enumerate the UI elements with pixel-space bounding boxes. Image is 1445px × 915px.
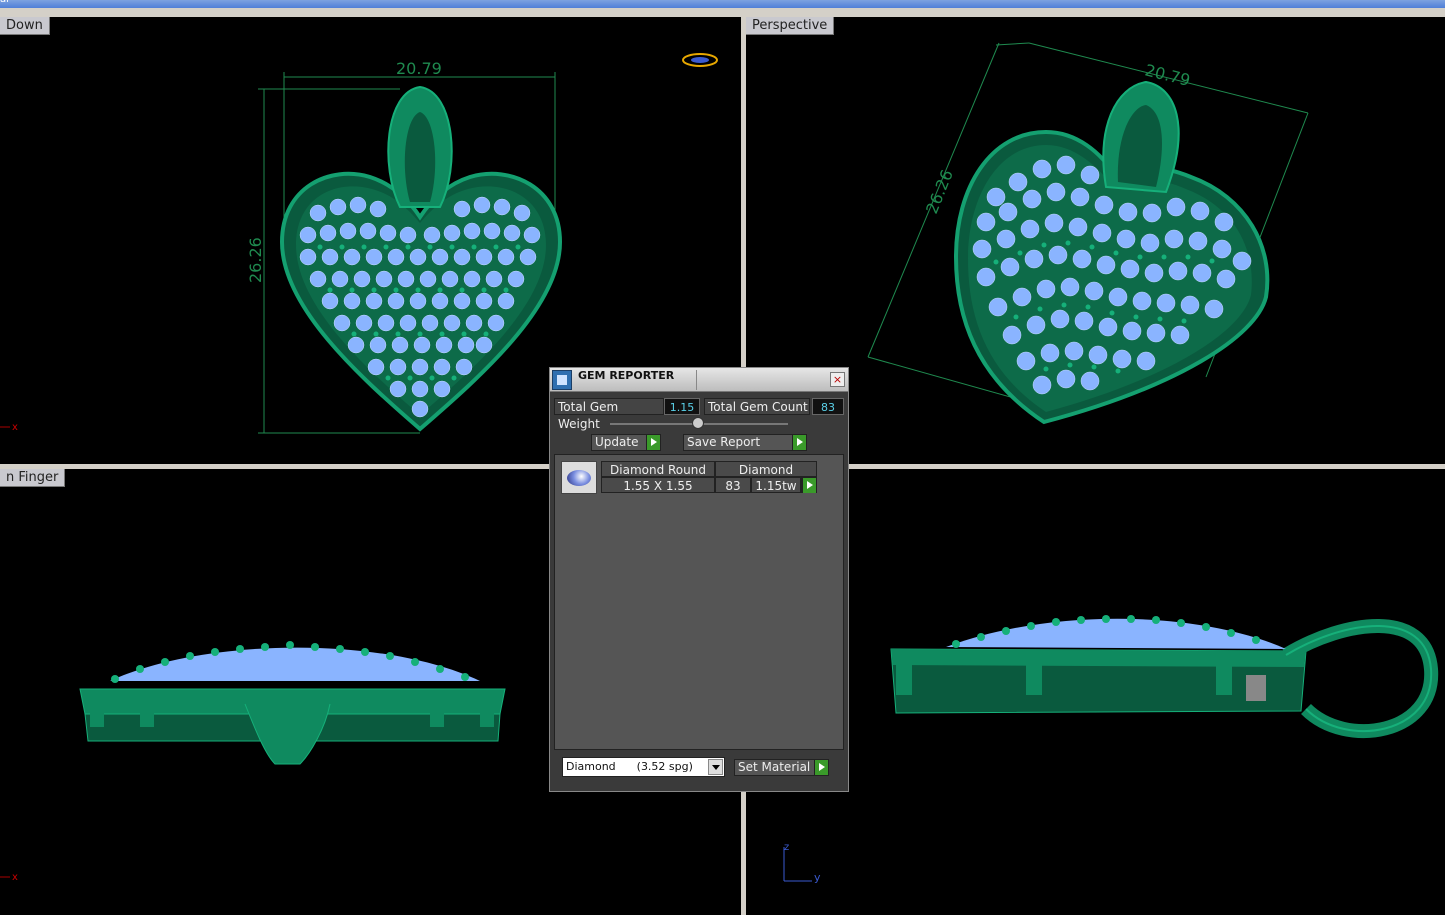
collapse-knob-icon[interactable] xyxy=(692,417,704,429)
play-arrow-icon xyxy=(792,435,806,450)
width-dimension: 20.79 xyxy=(396,59,442,78)
round-diamond-icon xyxy=(561,461,597,494)
gem-shape-cell: Diamond Round xyxy=(601,461,715,477)
total-count-value: 83 xyxy=(812,398,844,415)
total-count-label: Total Gem Count xyxy=(704,398,810,415)
height-dimension: 26.26 xyxy=(246,237,265,283)
perspective-height-dimension: 26.26 xyxy=(922,167,957,217)
axis-z-label: z xyxy=(784,842,789,853)
viewport-label-finger[interactable]: n Finger xyxy=(0,469,66,487)
viewport-side[interactable]: z y xyxy=(746,469,1445,915)
gem-weight-cell: 1.15tw xyxy=(751,477,801,493)
material-select[interactable]: Diamond (3.52 spg) xyxy=(562,757,725,777)
material-select-value: Diamond (3.52 spg) xyxy=(566,760,693,773)
title-separator xyxy=(696,370,697,390)
save-report-button[interactable]: Save Report xyxy=(683,434,807,451)
perspective-view-canvas: 20.79 26.26 xyxy=(867,42,1309,425)
title-bar: al xyxy=(0,0,1445,8)
gem-reporter-title: GEM REPORTER xyxy=(578,369,675,382)
close-button[interactable]: × xyxy=(830,372,845,387)
gem-material-cell: Diamond xyxy=(715,461,817,477)
update-button-label: Update xyxy=(595,435,639,449)
gem-reporter-icon xyxy=(552,370,572,390)
viewport-perspective[interactable]: 20.79 26.26 Perspective xyxy=(746,17,1445,464)
update-button[interactable]: Update xyxy=(591,434,661,451)
app-window: al xyxy=(0,0,1445,915)
axis-x-label: x xyxy=(12,872,18,883)
chevron-down-icon[interactable] xyxy=(708,759,723,775)
axis-x-label: x xyxy=(12,422,18,433)
title-text: al xyxy=(0,0,9,5)
play-arrow-icon xyxy=(802,478,816,493)
save-report-button-label: Save Report xyxy=(687,435,761,449)
viewport-label-down[interactable]: Down xyxy=(0,17,50,35)
play-arrow-icon xyxy=(646,435,660,450)
gem-size-cell: 1.55 X 1.55 xyxy=(601,477,715,493)
gem-list: Diamond Round Diamond 1.55 X 1.55 83 1.1… xyxy=(554,454,844,750)
side-view-canvas: z y xyxy=(783,615,1439,884)
axis-y-label: y xyxy=(814,871,821,884)
gem-row-action-button[interactable] xyxy=(801,477,817,493)
gem-reporter-titlebar[interactable]: GEM REPORTER × xyxy=(550,368,848,392)
gem-reporter-panel: GEM REPORTER × Total Gem Weight 1.15 Tot… xyxy=(549,367,849,792)
play-arrow-icon xyxy=(814,760,828,775)
set-material-button-label: Set Material xyxy=(738,760,811,774)
total-weight-value: 1.15 xyxy=(664,398,700,415)
gem-count-cell: 83 xyxy=(715,477,751,493)
viewport-label-perspective[interactable]: Perspective xyxy=(746,17,835,35)
set-material-button[interactable]: Set Material xyxy=(734,759,829,776)
total-weight-label: Total Gem Weight xyxy=(554,398,664,431)
